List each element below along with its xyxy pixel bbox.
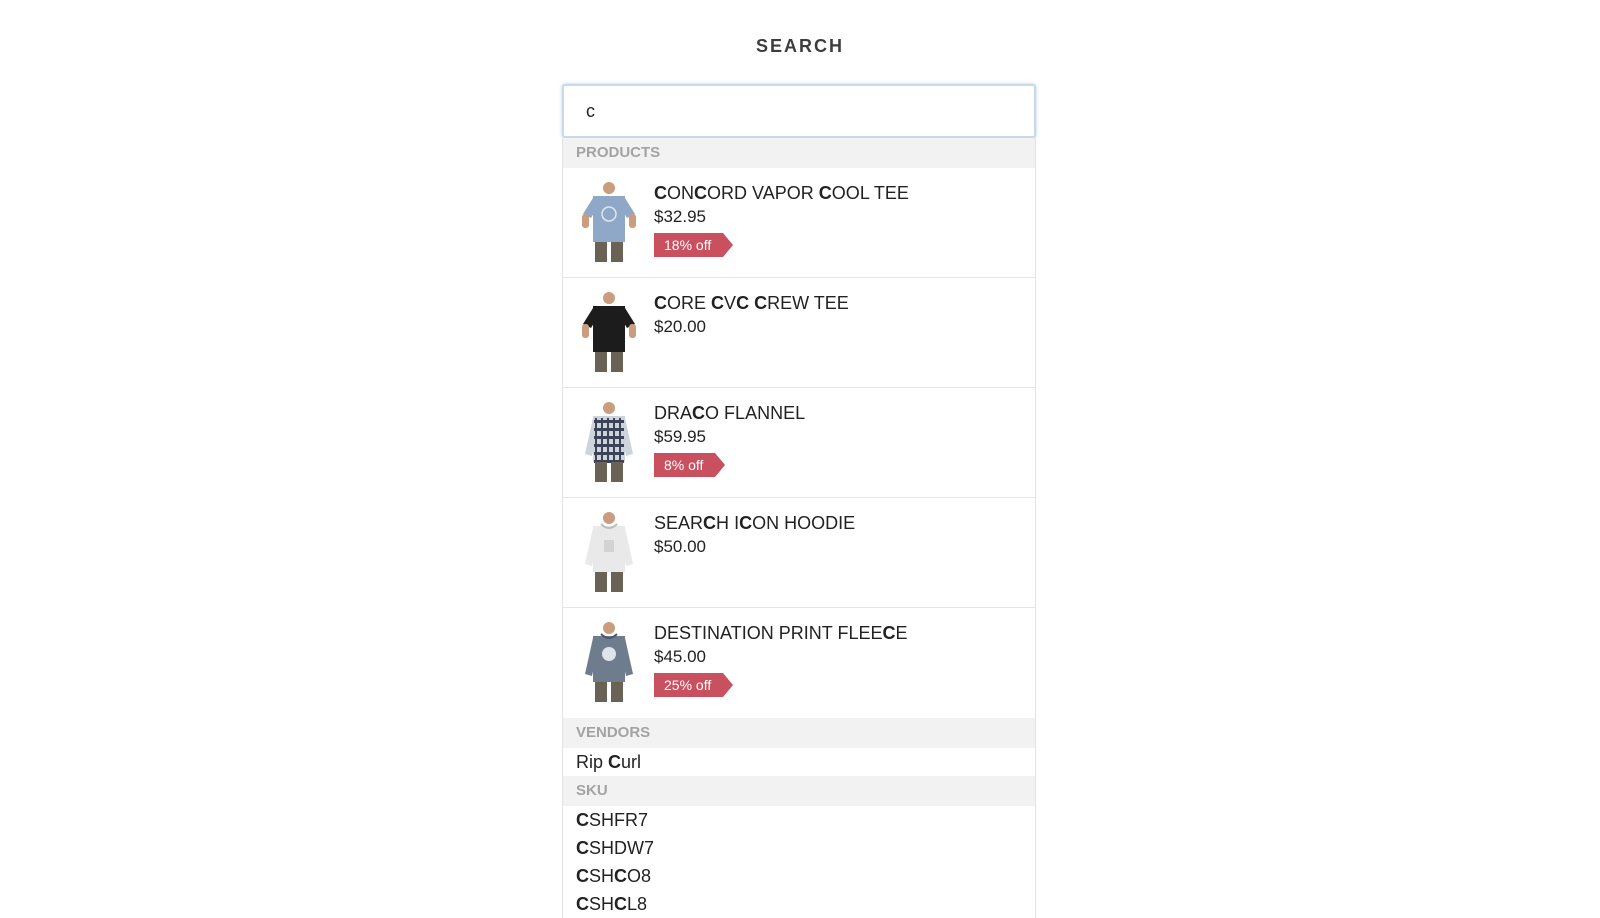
sku-result-item[interactable]: CSHFR7 (563, 806, 1035, 834)
product-info: CONCORD VAPOR COOL TEE $32.95 18% off (654, 182, 909, 257)
plaid-flannel-icon (579, 400, 639, 484)
product-price: $50.00 (654, 537, 706, 556)
product-name: DRACO FLANNEL (654, 403, 806, 423)
search-container: PRODUCTS CONCORD VAPOR COOL TEE $32.95 18%… (562, 84, 1036, 918)
products-section-header: PRODUCTS (563, 138, 1035, 168)
product-name: CORE CVC CREW TEE (654, 293, 849, 313)
discount-badge: 25% off (654, 673, 734, 697)
discount-badge: 18% off (654, 233, 734, 257)
product-info: CORE CVC CREW TEE $20.00 (654, 292, 849, 338)
sku-section-header: SKU (563, 776, 1035, 806)
light-blue-tee-icon (579, 180, 639, 264)
vendor-result-item[interactable]: Rip Curl (563, 748, 1035, 776)
product-result-item[interactable]: DESTINATION PRINT FLEECE $45.00 25% off (563, 608, 1035, 718)
vendors-section-header: VENDORS (563, 718, 1035, 748)
product-result-item[interactable]: SEARCH ICON HOODIE $50.00 (563, 498, 1035, 608)
black-tee-icon (579, 290, 639, 374)
product-price: $32.95 (654, 207, 706, 226)
sku-result-item[interactable]: CSHDW7 (563, 834, 1035, 862)
product-info: DRACO FLANNEL $59.95 8% off (654, 402, 805, 477)
product-price: $20.00 (654, 317, 706, 336)
sku-list: CSHFR7 CSHDW7 CSHCO8 CSHCL8 (563, 806, 1035, 918)
product-result-item[interactable]: CONCORD VAPOR COOL TEE $32.95 18% off (563, 168, 1035, 278)
sku-result-item[interactable]: CSHCL8 (563, 890, 1035, 918)
vendor-list: Rip Curl (563, 748, 1035, 776)
grey-fleece-icon (579, 620, 639, 704)
search-results-dropdown: PRODUCTS CONCORD VAPOR COOL TEE $32.95 18%… (562, 138, 1036, 918)
product-name: CONCORD VAPOR COOL TEE (654, 183, 909, 203)
discount-badge: 8% off (654, 453, 726, 477)
product-info: DESTINATION PRINT FLEECE $45.00 25% off (654, 622, 908, 697)
product-price: $59.95 (654, 427, 706, 446)
product-list: CONCORD VAPOR COOL TEE $32.95 18% off CORE … (563, 168, 1035, 718)
white-hoodie-icon (579, 510, 639, 594)
product-price: $45.00 (654, 647, 706, 666)
product-name: SEARCH ICON HOODIE (654, 513, 856, 533)
sku-result-item[interactable]: CSHCO8 (563, 862, 1035, 890)
search-input[interactable] (562, 84, 1036, 138)
page-title: SEARCH (755, 36, 844, 56)
product-result-item[interactable]: CORE CVC CREW TEE $20.00 (563, 278, 1035, 388)
product-result-item[interactable]: DRACO FLANNEL $59.95 8% off (563, 388, 1035, 498)
product-info: SEARCH ICON HOODIE $50.00 (654, 512, 855, 558)
product-name: DESTINATION PRINT FLEECE (654, 623, 908, 643)
